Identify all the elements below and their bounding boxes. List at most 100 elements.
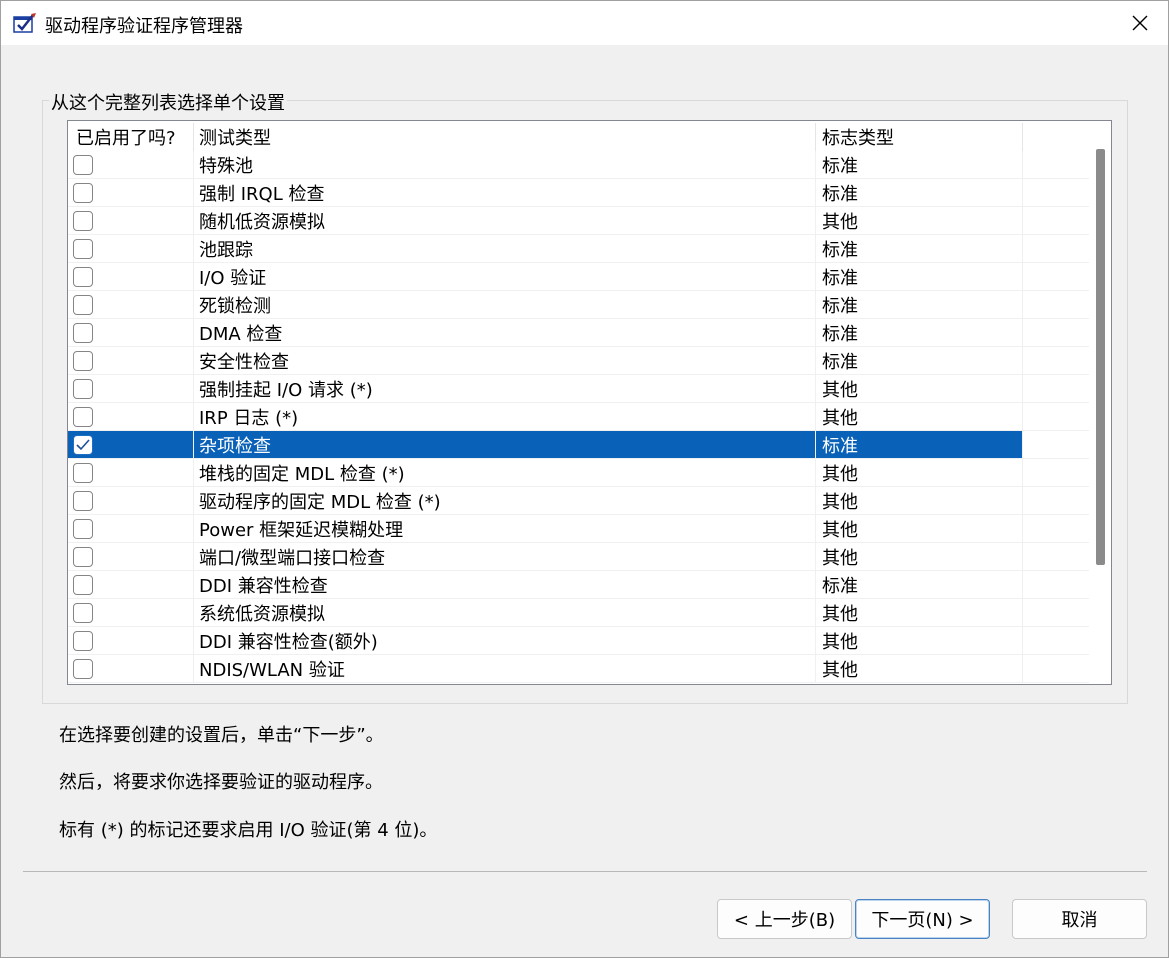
- filler-cell: [1023, 207, 1091, 235]
- table-row[interactable]: 特殊池 标准: [68, 151, 1091, 179]
- test-type-cell: 端口/微型端口接口检查: [194, 543, 816, 571]
- filler-cell: [1023, 571, 1091, 599]
- flag-type-cell: 其他: [816, 403, 1023, 431]
- column-header-test-type[interactable]: 测试类型: [194, 123, 816, 151]
- table-row[interactable]: Power 框架延迟模糊处理 其他: [68, 515, 1091, 543]
- filler-cell: [1023, 375, 1091, 403]
- flag-type-cell: 其他: [816, 655, 1023, 683]
- table-row[interactable]: 池跟踪 标准: [68, 235, 1091, 263]
- flag-type-cell: 标准: [816, 347, 1023, 375]
- list-header: 已启用了吗? 测试类型 标志类型: [68, 123, 1091, 151]
- column-header-enabled[interactable]: 已启用了吗?: [68, 123, 194, 151]
- flag-type-cell: 标准: [816, 431, 1023, 459]
- enable-checkbox[interactable]: [73, 154, 93, 175]
- settings-list[interactable]: 已启用了吗? 测试类型 标志类型 特殊池 标准 强制 IRQL 检查 标准 随机低资源模…: [67, 120, 1112, 685]
- enable-checkbox[interactable]: [73, 266, 93, 287]
- test-type-cell: I/O 验证: [194, 263, 816, 291]
- driver-verifier-manager-window: 驱动程序验证程序管理器 从这个完整列表选择单个设置 已启用了吗? 测试类型 标志…: [0, 0, 1169, 958]
- table-row[interactable]: I/O 验证 标准: [68, 263, 1091, 291]
- window-title: 驱动程序验证程序管理器: [45, 16, 243, 37]
- enable-checkbox[interactable]: [73, 182, 93, 203]
- enable-checkbox[interactable]: [73, 378, 93, 399]
- flag-type-cell: 其他: [816, 599, 1023, 627]
- vertical-scrollbar[interactable]: [1089, 121, 1111, 684]
- enabled-cell: [68, 459, 194, 487]
- enable-checkbox[interactable]: [73, 518, 93, 539]
- enable-checkbox[interactable]: [73, 658, 93, 679]
- enable-checkbox[interactable]: [73, 210, 93, 231]
- test-type-cell: 杂项检查: [194, 431, 816, 459]
- table-row[interactable]: 堆栈的固定 MDL 检查 (*) 其他: [68, 459, 1091, 487]
- enable-checkbox[interactable]: [73, 462, 93, 483]
- test-type-cell: 系统低资源模拟: [194, 599, 816, 627]
- enable-checkbox[interactable]: [73, 546, 93, 567]
- enabled-cell: [68, 207, 194, 235]
- enable-checkbox[interactable]: [73, 574, 93, 595]
- title-bar[interactable]: 驱动程序验证程序管理器: [1, 1, 1168, 45]
- instruction-io-note: 标有 (*) 的标记还要求启用 I/O 验证(第 4 位)。: [59, 820, 438, 841]
- enable-checkbox[interactable]: [73, 434, 93, 455]
- back-button[interactable]: < 上一步(B): [717, 899, 852, 939]
- scrollbar-thumb[interactable]: [1096, 149, 1105, 565]
- flag-type-cell: 标准: [816, 179, 1023, 207]
- close-button[interactable]: [1112, 1, 1168, 45]
- enable-checkbox[interactable]: [73, 490, 93, 511]
- enabled-cell: [68, 319, 194, 347]
- table-row[interactable]: 系统低资源模拟 其他: [68, 599, 1091, 627]
- filler-cell: [1023, 319, 1091, 347]
- flag-type-cell: 标准: [816, 263, 1023, 291]
- enabled-cell: [68, 347, 194, 375]
- table-row[interactable]: 驱动程序的固定 MDL 检查 (*) 其他: [68, 487, 1091, 515]
- cancel-button[interactable]: 取消: [1012, 899, 1147, 939]
- flag-type-cell: 其他: [816, 487, 1023, 515]
- filler-cell: [1023, 459, 1091, 487]
- enabled-cell: [68, 543, 194, 571]
- flag-type-cell: 其他: [816, 515, 1023, 543]
- test-type-cell: 随机低资源模拟: [194, 207, 816, 235]
- filler-cell: [1023, 235, 1091, 263]
- table-row[interactable]: 强制挂起 I/O 请求 (*) 其他: [68, 375, 1091, 403]
- table-row[interactable]: NDIS/WLAN 验证 其他: [68, 655, 1091, 683]
- table-row[interactable]: DMA 检查 标准: [68, 319, 1091, 347]
- flag-type-cell: 其他: [816, 207, 1023, 235]
- test-type-cell: DMA 检查: [194, 319, 816, 347]
- flag-type-cell: 标准: [816, 291, 1023, 319]
- test-type-cell: 驱动程序的固定 MDL 检查 (*): [194, 487, 816, 515]
- table-row[interactable]: DDI 兼容性检查 标准: [68, 571, 1091, 599]
- enable-checkbox[interactable]: [73, 630, 93, 651]
- instruction-next: 在选择要创建的设置后，单击“下一步”。: [59, 725, 384, 746]
- filler-cell: [1023, 263, 1091, 291]
- table-row[interactable]: 死锁检测 标准: [68, 291, 1091, 319]
- close-icon: [1132, 15, 1148, 31]
- enabled-cell: [68, 515, 194, 543]
- enable-checkbox[interactable]: [73, 322, 93, 343]
- table-row[interactable]: IRP 日志 (*) 其他: [68, 403, 1091, 431]
- table-row[interactable]: DDI 兼容性检查(额外) 其他: [68, 627, 1091, 655]
- table-row[interactable]: 安全性检查 标准: [68, 347, 1091, 375]
- filler-cell: [1023, 431, 1091, 459]
- next-button[interactable]: 下一页(N) >: [855, 899, 990, 939]
- test-type-cell: 强制挂起 I/O 请求 (*): [194, 375, 816, 403]
- table-row[interactable]: 强制 IRQL 检查 标准: [68, 179, 1091, 207]
- enable-checkbox[interactable]: [73, 602, 93, 623]
- column-header-flag-type[interactable]: 标志类型: [816, 123, 1023, 151]
- enable-checkbox[interactable]: [73, 350, 93, 371]
- enable-checkbox[interactable]: [73, 406, 93, 427]
- table-row[interactable]: 随机低资源模拟 其他: [68, 207, 1091, 235]
- flag-type-cell: 标准: [816, 151, 1023, 179]
- enable-checkbox[interactable]: [73, 238, 93, 259]
- filler-cell: [1023, 179, 1091, 207]
- flag-type-cell: 其他: [816, 627, 1023, 655]
- test-type-cell: NDIS/WLAN 验证: [194, 655, 816, 683]
- enable-checkbox[interactable]: [73, 294, 93, 315]
- enabled-cell: [68, 375, 194, 403]
- enabled-cell: [68, 655, 194, 683]
- filler-cell: [1023, 403, 1091, 431]
- table-row[interactable]: 杂项检查 标准: [68, 431, 1091, 459]
- flag-type-cell: 其他: [816, 375, 1023, 403]
- table-row[interactable]: 端口/微型端口接口检查 其他: [68, 543, 1091, 571]
- filler-cell: [1023, 487, 1091, 515]
- filler-cell: [1023, 655, 1091, 683]
- enabled-cell: [68, 627, 194, 655]
- test-type-cell: 池跟踪: [194, 235, 816, 263]
